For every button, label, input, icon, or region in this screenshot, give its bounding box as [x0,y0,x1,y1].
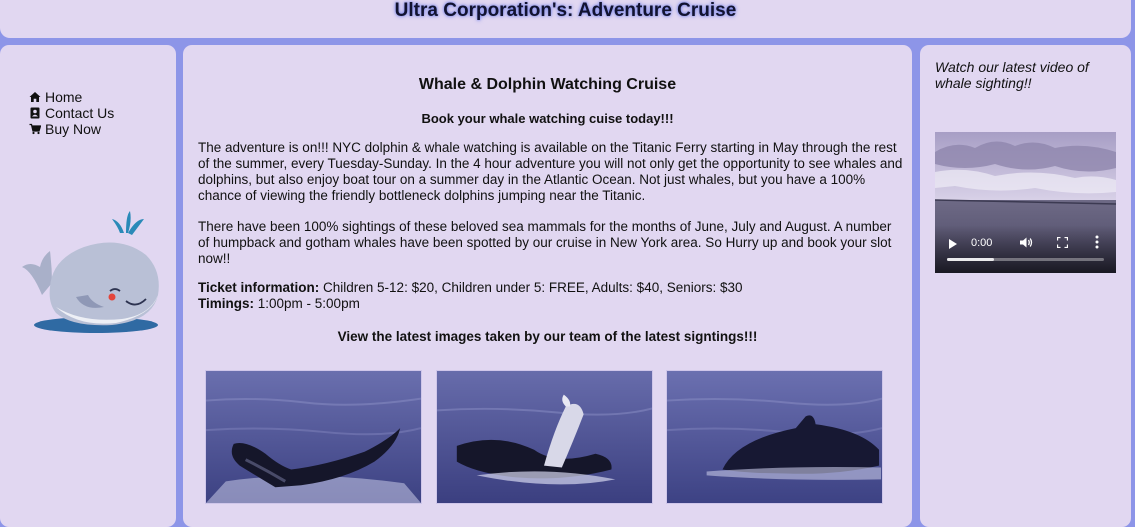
contact-icon [30,107,40,119]
nav-buy-now-label: Buy Now [45,121,102,137]
home-icon [29,92,41,102]
sidebar: Home Contact Us Buy Now [0,45,176,527]
section-subtitle: Book your whale watching cuise today!!! [421,111,674,126]
volume-icon[interactable] [1019,236,1033,249]
timings-value: 1:00pm - 5:00pm [254,296,360,311]
sidebar-nav: Home Contact Us Buy Now [29,89,114,137]
nav-contact-label: Contact Us [45,105,115,121]
video-panel: Watch our latest video of whale sighting… [920,45,1131,527]
nav-contact[interactable]: Contact Us [29,105,114,121]
more-options-icon[interactable] [1095,235,1099,249]
sightings-paragraph: There have been 100% sightings of these … [198,219,892,266]
cart-icon [29,123,41,135]
ticket-label: Ticket information: [198,280,320,295]
whale-video-player[interactable]: 0:00 [935,132,1116,273]
timings-label: Timings: [198,296,255,311]
video-title: Watch our latest video of whale sighting… [935,59,1089,91]
intro-paragraph: The adventure is on!!! NYC dolphin & wha… [198,140,903,203]
whale-breach-photo [436,370,653,504]
video-progress-fill [947,258,995,261]
ticket-prices: Children 5-12: $20, Children under 5: FR… [319,280,743,295]
nav-home[interactable]: Home [29,89,114,105]
whale-tail-photo [205,370,422,504]
fullscreen-icon[interactable] [1057,237,1068,248]
page-title: Ultra Corporation's: Adventure Cruise [394,0,737,21]
nav-home-label: Home [45,89,83,105]
nav-buy-now[interactable]: Buy Now [29,121,114,137]
video-progress-bar[interactable] [947,258,1104,261]
section-title: Whale & Dolphin Watching Cruise [418,76,677,93]
video-controls: 0:00 [935,225,1116,273]
ticket-info: Ticket information: Children 5-12: $20, … [198,280,903,312]
play-icon[interactable] [949,239,957,249]
gallery-heading: View the latest images taken by our team… [337,329,758,344]
whale-back-photo [666,370,883,504]
whale-illustration [22,211,159,333]
video-time: 0:00 [971,237,993,249]
header: Ultra Corporation's: Adventure Cruise [0,0,1131,38]
main-content: Whale & Dolphin Watching Cruise Book you… [183,45,912,527]
